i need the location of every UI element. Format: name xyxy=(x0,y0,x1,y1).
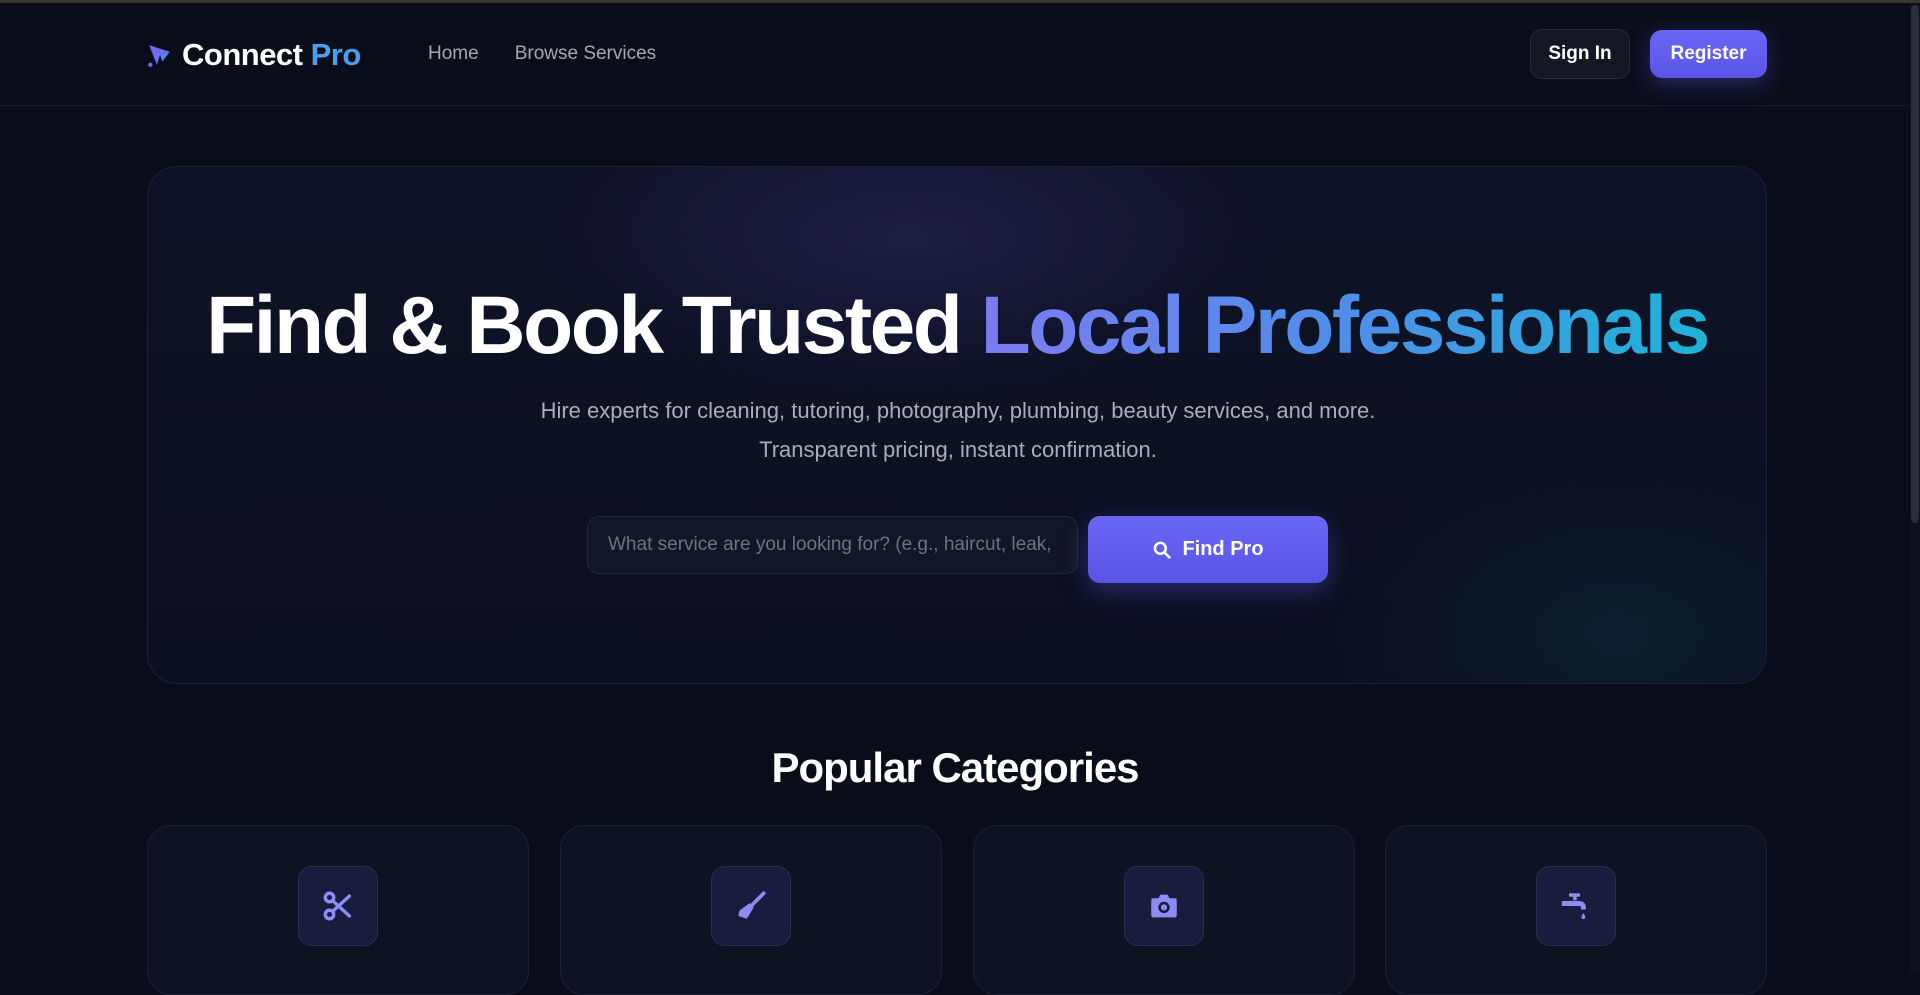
category-card-plumbing[interactable] xyxy=(1385,825,1767,995)
camera-icon xyxy=(1151,894,1177,918)
scissors-icon xyxy=(323,891,352,921)
broom-icon xyxy=(738,891,766,919)
brand-name-accent: Pro xyxy=(310,37,362,72)
hero-title-plain: Find & Book Trusted xyxy=(206,280,981,371)
category-card-barber[interactable] xyxy=(147,825,529,995)
register-button[interactable]: Register xyxy=(1650,30,1767,78)
category-card-cleaning[interactable] xyxy=(560,825,942,995)
category-icon-wrap xyxy=(711,866,791,946)
category-card-photography[interactable] xyxy=(973,825,1355,995)
send-arrow-icon xyxy=(148,45,170,67)
find-pro-label: Find Pro xyxy=(1182,538,1264,560)
popular-categories-title: Popular Categories xyxy=(771,744,1139,791)
nav-home[interactable]: Home xyxy=(428,43,479,65)
find-pro-button[interactable]: Find Pro xyxy=(1088,516,1328,583)
brand-logo[interactable]: Connect Pro xyxy=(146,37,361,73)
main-nav: Home Browse Services xyxy=(428,43,656,65)
hero-panel: Find & Book Trusted Local Professionals … xyxy=(147,166,1767,684)
service-search-input[interactable] xyxy=(587,516,1078,574)
site-header: Connect Pro Home Browse Services Sign In… xyxy=(0,3,1910,106)
brand-name: Connect Pro xyxy=(182,37,361,73)
faucet-icon xyxy=(1561,893,1586,920)
hero-title-highlight: Local Professionals xyxy=(980,280,1711,371)
hero-subtitle: Hire experts for cleaning, tutoring, pho… xyxy=(540,398,1376,462)
sign-in-button[interactable]: Sign In xyxy=(1530,29,1630,79)
hero-title: Find & Book Trusted Local Professionals xyxy=(148,279,1766,373)
category-icon-wrap xyxy=(1536,866,1616,946)
page-scrollbar[interactable] xyxy=(1910,3,1920,974)
brand-name-main: Connect xyxy=(182,37,303,72)
nav-browse-services[interactable]: Browse Services xyxy=(515,43,657,65)
scrollbar-thumb[interactable] xyxy=(1911,5,1919,523)
search-icon xyxy=(1154,541,1172,559)
category-icon-wrap xyxy=(298,866,378,946)
category-icon-wrap xyxy=(1124,866,1204,946)
